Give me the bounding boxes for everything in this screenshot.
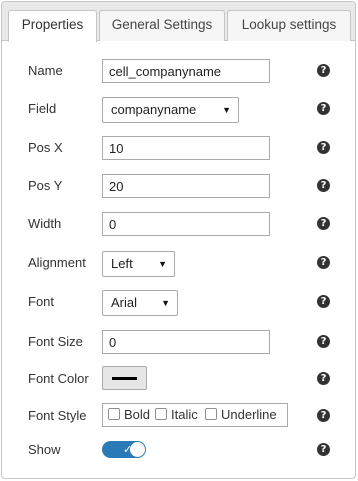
font-select-value: Arial	[111, 295, 138, 310]
name-row: Name ?	[2, 59, 355, 83]
font-color-picker-button[interactable]	[102, 366, 147, 390]
pos-y-row: Pos Y ?	[2, 174, 355, 198]
bold-label: Bold	[124, 407, 151, 422]
alignment-label: Alignment	[28, 255, 86, 270]
font-style-label: Font Style	[28, 408, 87, 423]
color-swatch	[112, 377, 137, 380]
question-circle-icon[interactable]: ?	[317, 179, 330, 192]
checkbox-box[interactable]	[155, 408, 167, 420]
pos-y-label: Pos Y	[28, 178, 63, 193]
font-size-input[interactable]	[102, 330, 270, 354]
font-select[interactable]: Arial ▼	[102, 290, 178, 316]
alignment-row: Alignment Left ▼ ?	[2, 251, 355, 277]
width-row: Width ?	[2, 212, 355, 236]
tab-bar: Properties General Settings Lookup setti…	[2, 2, 355, 42]
width-input[interactable]	[102, 212, 270, 236]
caret-down-icon: ▼	[222, 105, 231, 115]
field-select-value: companyname	[111, 102, 197, 117]
checkbox-box[interactable]	[108, 408, 120, 420]
font-size-row: Font Size ?	[2, 330, 355, 354]
alignment-select-value: Left	[111, 256, 133, 271]
show-row: Show ✓ ?	[2, 438, 355, 462]
pos-x-label: Pos X	[28, 140, 63, 155]
question-circle-icon[interactable]: ?	[317, 102, 330, 115]
caret-down-icon: ▼	[158, 259, 167, 269]
field-row: Field companyname ▼ ?	[2, 97, 355, 123]
tab-general-settings[interactable]: General Settings	[99, 10, 225, 41]
question-circle-icon[interactable]: ?	[317, 409, 330, 422]
question-circle-icon[interactable]: ?	[317, 64, 330, 77]
question-circle-icon[interactable]: ?	[317, 295, 330, 308]
pos-y-input[interactable]	[102, 174, 270, 198]
name-input[interactable]	[102, 59, 270, 83]
alignment-select[interactable]: Left ▼	[102, 251, 175, 277]
toggle-knob[interactable]	[130, 442, 145, 457]
checkbox-box[interactable]	[205, 408, 217, 420]
font-row: Font Arial ▼ ?	[2, 290, 355, 316]
properties-panel: Properties General Settings Lookup setti…	[1, 1, 356, 479]
name-label: Name	[28, 63, 63, 78]
question-circle-icon[interactable]: ?	[317, 256, 330, 269]
font-label: Font	[28, 294, 55, 309]
show-label: Show	[28, 442, 61, 457]
question-circle-icon[interactable]: ?	[317, 443, 330, 456]
question-circle-icon[interactable]: ?	[317, 335, 330, 348]
pos-x-row: Pos X ?	[2, 136, 355, 160]
show-toggle[interactable]: ✓	[102, 441, 146, 458]
field-label: Field	[28, 101, 57, 116]
caret-down-icon: ▼	[161, 298, 170, 308]
tab-properties[interactable]: Properties	[8, 10, 97, 42]
font-style-group: Bold Italic Underline	[102, 403, 288, 427]
question-circle-icon[interactable]: ?	[317, 141, 330, 154]
font-color-row: Font Color ?	[2, 366, 355, 391]
question-circle-icon[interactable]: ?	[317, 217, 330, 230]
font-size-label: Font Size	[28, 334, 83, 349]
question-circle-icon[interactable]: ?	[317, 372, 330, 385]
underline-label: Underline	[221, 407, 277, 422]
font-color-label: Font Color	[28, 371, 89, 386]
field-select[interactable]: companyname ▼	[102, 97, 239, 123]
tab-lookup-settings[interactable]: Lookup settings	[227, 10, 351, 41]
font-style-row: Font Style Bold Italic Underline ?	[2, 403, 355, 428]
width-label: Width	[28, 216, 62, 231]
italic-label: Italic	[171, 407, 198, 422]
pos-x-input[interactable]	[102, 136, 270, 160]
